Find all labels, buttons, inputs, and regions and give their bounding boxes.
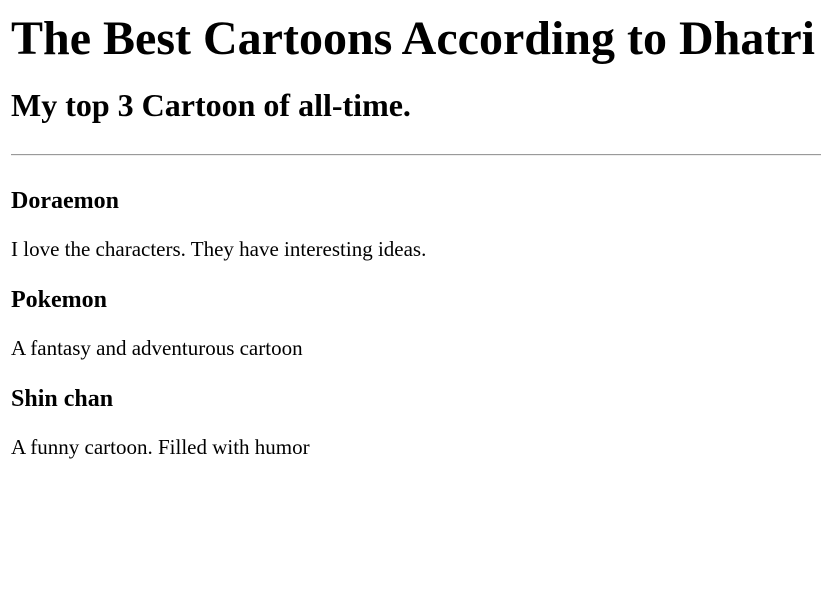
- cartoon-description-pokemon: A fantasy and adventurous cartoon: [11, 336, 303, 360]
- cartoon-description-doraemon: I love the characters. They have interes…: [11, 237, 427, 261]
- divider: [11, 154, 821, 156]
- page-subtitle: My top 3 Cartoon of all-time.: [11, 87, 411, 123]
- cartoon-title-doraemon: Doraemon: [11, 188, 119, 214]
- cartoon-title-pokemon: Pokemon: [11, 287, 107, 313]
- cartoon-list: Doraemon I love the characters. They hav…: [8, 186, 821, 459]
- cartoon-title-shin-chan: Shin chan: [11, 386, 114, 412]
- page-title: The Best Cartoons According to Dhatri: [11, 12, 815, 65]
- cartoon-description-shin-chan: A funny cartoon. Filled with humor: [11, 435, 310, 459]
